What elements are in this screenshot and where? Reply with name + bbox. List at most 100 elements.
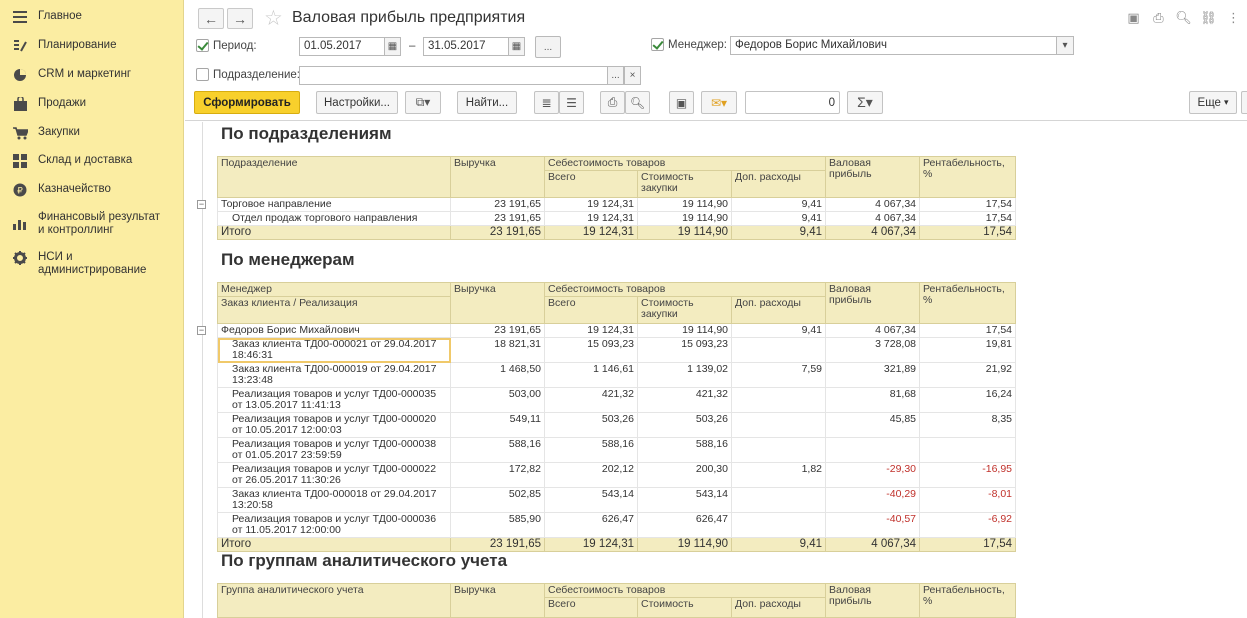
planning-icon: [12, 38, 28, 54]
date-to-input[interactable]: 31.05.2017: [423, 37, 509, 56]
table-row[interactable]: Реализация товаров и услуг ТД00-000022 о…: [217, 462, 1017, 488]
row-gross: -29,30: [825, 462, 921, 488]
sidebar-item-finance[interactable]: Финансовый результат и контроллинг: [0, 210, 184, 237]
sidebar-item-main[interactable]: Главное: [0, 9, 184, 25]
save-icon[interactable]: ▣: [1126, 10, 1141, 25]
section-title-groups: По группам аналитического учета: [221, 551, 508, 570]
date-to-calendar-button[interactable]: ▦: [508, 37, 525, 56]
row-purchase: 626,47: [637, 512, 732, 538]
collapse-group-button[interactable]: −: [197, 200, 206, 209]
col-header-division: Подразделение: [217, 156, 451, 198]
row-purchase: 15 093,23: [637, 337, 732, 363]
group-profitability: 17,54: [919, 323, 1017, 338]
row-profitability: 16,24: [919, 387, 1017, 413]
table-row[interactable]: Реализация товаров и услуг ТД00-000020 о…: [217, 412, 1017, 438]
manager-input[interactable]: Федоров Борис Михайлович: [730, 36, 1057, 55]
print-preview-button[interactable]: 🔍︎: [625, 91, 650, 114]
date-from-input[interactable]: 01.05.2017: [299, 37, 385, 56]
table-row[interactable]: Заказ клиента ТД00-000021 от 29.04.2017 …: [217, 337, 1017, 363]
chevron-down-icon: ▾: [1062, 40, 1068, 51]
division-select-button[interactable]: ...: [607, 66, 624, 85]
expand-icon: ≣: [541, 95, 552, 110]
col-header-cost: Себестоимость товаров: [543, 583, 827, 598]
row-purchase: 543,14: [637, 487, 732, 513]
division-checkbox[interactable]: [196, 68, 209, 81]
sum-mode-button[interactable]: Σ▾: [847, 91, 883, 114]
total-extra: 9,41: [730, 537, 827, 552]
row-profitability: [919, 437, 1017, 463]
collapse-group-button[interactable]: −: [197, 326, 206, 335]
sidebar-item-crm[interactable]: CRM и маркетинг: [0, 67, 184, 83]
back-button[interactable]: ←: [198, 8, 224, 29]
preview-icon[interactable]: 🔍︎: [1175, 10, 1192, 25]
col-header-purchase: Стоимость закупки: [637, 296, 732, 324]
variants-button[interactable]: ⧉▾: [405, 91, 441, 114]
send-email-button[interactable]: ✉▾: [701, 91, 737, 114]
date-separator: –: [409, 40, 416, 52]
generate-button[interactable]: Сформировать: [194, 91, 300, 114]
link-icon[interactable]: ⛓: [1200, 10, 1217, 25]
division-input[interactable]: [299, 66, 608, 85]
table-row[interactable]: Реализация товаров и услуг ТД00-000035 о…: [217, 387, 1017, 413]
total-cost: 19 124,31: [544, 537, 638, 552]
row-gross: 3 728,08: [825, 337, 921, 363]
col-header-profitability: Рентабельность, %: [919, 282, 1017, 324]
print-icon[interactable]: ⎙: [1151, 10, 1166, 25]
more-vertical-icon[interactable]: ⋮: [1226, 10, 1241, 25]
sidebar-item-treasury[interactable]: ₽ Казначейство: [0, 182, 184, 198]
more-button[interactable]: Еще ▾: [1189, 91, 1237, 114]
division-clear-button[interactable]: ×: [624, 66, 641, 85]
table-row[interactable]: Торговое направление 23 191,65 19 124,31 19…: [217, 197, 1017, 212]
period-checkbox[interactable]: [196, 39, 209, 52]
row-extra: 1,82: [730, 462, 827, 488]
period-select-button[interactable]: ...: [535, 36, 561, 58]
row-purchase: 19 114,90: [637, 211, 732, 226]
collapse-groups-button[interactable]: ☰: [559, 91, 584, 114]
sum-field[interactable]: 0: [745, 91, 840, 114]
sidebar-item-admin[interactable]: НСИ и администрирование: [0, 250, 184, 277]
row-profitability: 17,54: [919, 197, 1017, 212]
table-row[interactable]: Отдел продаж торгового направления 23 191…: [217, 211, 1017, 226]
sidebar-item-warehouse[interactable]: Склад и доставка: [0, 153, 184, 169]
total-purchase: 19 114,90: [637, 225, 732, 240]
row-extra: [730, 387, 827, 413]
sidebar-item-sales[interactable]: Продажи: [0, 96, 184, 112]
row-name: Реализация товаров и услуг ТД00-000020 о…: [217, 412, 451, 438]
table-group-row[interactable]: Федоров Борис Михайлович 23 191,65 19 12…: [217, 323, 1017, 338]
table-total-row: Итого 23 191,65 19 124,31 19 114,90 9,41…: [217, 225, 1017, 240]
col-header-revenue: Выручка: [450, 156, 545, 198]
forward-button[interactable]: →: [227, 8, 253, 29]
table-row[interactable]: Заказ клиента ТД00-000018 от 29.04.2017 …: [217, 487, 1017, 513]
print-button[interactable]: ⎙: [600, 91, 625, 114]
date-from-calendar-button[interactable]: ▦: [384, 37, 401, 56]
expand-groups-button[interactable]: ≣: [534, 91, 559, 114]
row-purchase: 1 139,02: [637, 362, 732, 388]
row-cost: 1 146,61: [544, 362, 638, 388]
favorite-star-icon[interactable]: ☆: [264, 6, 283, 31]
col-header-extra: Доп. расходы: [730, 597, 827, 618]
manager-dropdown-button[interactable]: ▾: [1056, 36, 1074, 55]
table-row[interactable]: Реализация товаров и услуг ТД00-000036 о…: [217, 512, 1017, 538]
sidebar-item-label: Главное: [38, 10, 82, 22]
table-row[interactable]: Заказ клиента ТД00-000019 от 29.04.2017 …: [217, 362, 1017, 388]
help-button[interactable]: [1241, 91, 1247, 114]
table-row[interactable]: Реализация товаров и услуг ТД00-000038 о…: [217, 437, 1017, 463]
save-button[interactable]: ▣: [669, 91, 694, 114]
settings-button[interactable]: Настройки...: [316, 91, 398, 114]
sidebar-item-purchases[interactable]: Закупки: [0, 125, 184, 141]
col-header-cost: Себестоимость товаров: [543, 156, 827, 171]
sidebar-item-planning[interactable]: Планирование: [0, 38, 184, 54]
row-cost: 543,14: [544, 487, 638, 513]
row-gross: 45,85: [825, 412, 921, 438]
manager-checkbox[interactable]: [651, 38, 664, 51]
row-cost: 503,26: [544, 412, 638, 438]
row-gross: 81,68: [825, 387, 921, 413]
group-revenue: 23 191,65: [450, 323, 545, 338]
collapse-icon: ☰: [566, 95, 577, 110]
row-extra: [730, 437, 827, 463]
total-profitability: 17,54: [919, 537, 1017, 552]
table-divisions: Подразделение Выручка Себестоимость това…: [217, 156, 1017, 240]
row-purchase: 503,26: [637, 412, 732, 438]
row-cost: 19 124,31: [544, 197, 638, 212]
find-button[interactable]: Найти...: [457, 91, 517, 114]
